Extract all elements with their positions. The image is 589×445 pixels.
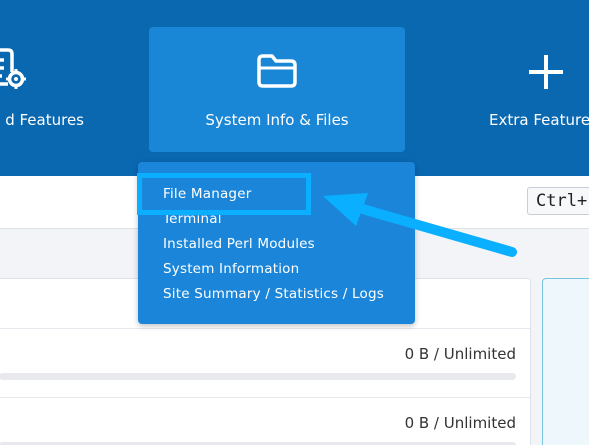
side-card xyxy=(542,278,589,445)
usage-row: 0 B / Unlimited xyxy=(0,328,530,397)
plus-icon xyxy=(529,55,563,89)
menu-item-installed-perl-modules[interactable]: Installed Perl Modules xyxy=(163,236,315,252)
nav-tile-label: Extra Feature xyxy=(489,111,589,129)
usage-value: 0 B / Unlimited xyxy=(404,345,516,363)
folder-icon xyxy=(257,54,297,88)
nav-tile-extra-features[interactable]: Extra Feature xyxy=(485,0,589,176)
list-gear-icon xyxy=(0,48,26,89)
top-navigation: d Features System Info & Files Extra Fea… xyxy=(0,0,589,176)
annotation-highlight-box xyxy=(137,173,311,215)
menu-item-site-summary[interactable]: Site Summary / Statistics / Logs xyxy=(163,286,384,302)
keyboard-shortcut-hint: Ctrl+ xyxy=(527,187,589,215)
usage-bar xyxy=(0,373,516,380)
nav-tile-label: d Features xyxy=(5,111,84,129)
usage-row: 0 B / Unlimited xyxy=(0,397,530,445)
screen: d Features System Info & Files Extra Fea… xyxy=(0,0,589,445)
nav-tile-label: System Info & Files xyxy=(205,111,349,129)
nav-tile-advanced-features[interactable]: d Features xyxy=(0,0,90,176)
nav-tile-system-info-files[interactable]: System Info & Files xyxy=(149,27,405,152)
usage-value: 0 B / Unlimited xyxy=(404,414,516,432)
menu-item-system-information[interactable]: System Information xyxy=(163,261,299,277)
